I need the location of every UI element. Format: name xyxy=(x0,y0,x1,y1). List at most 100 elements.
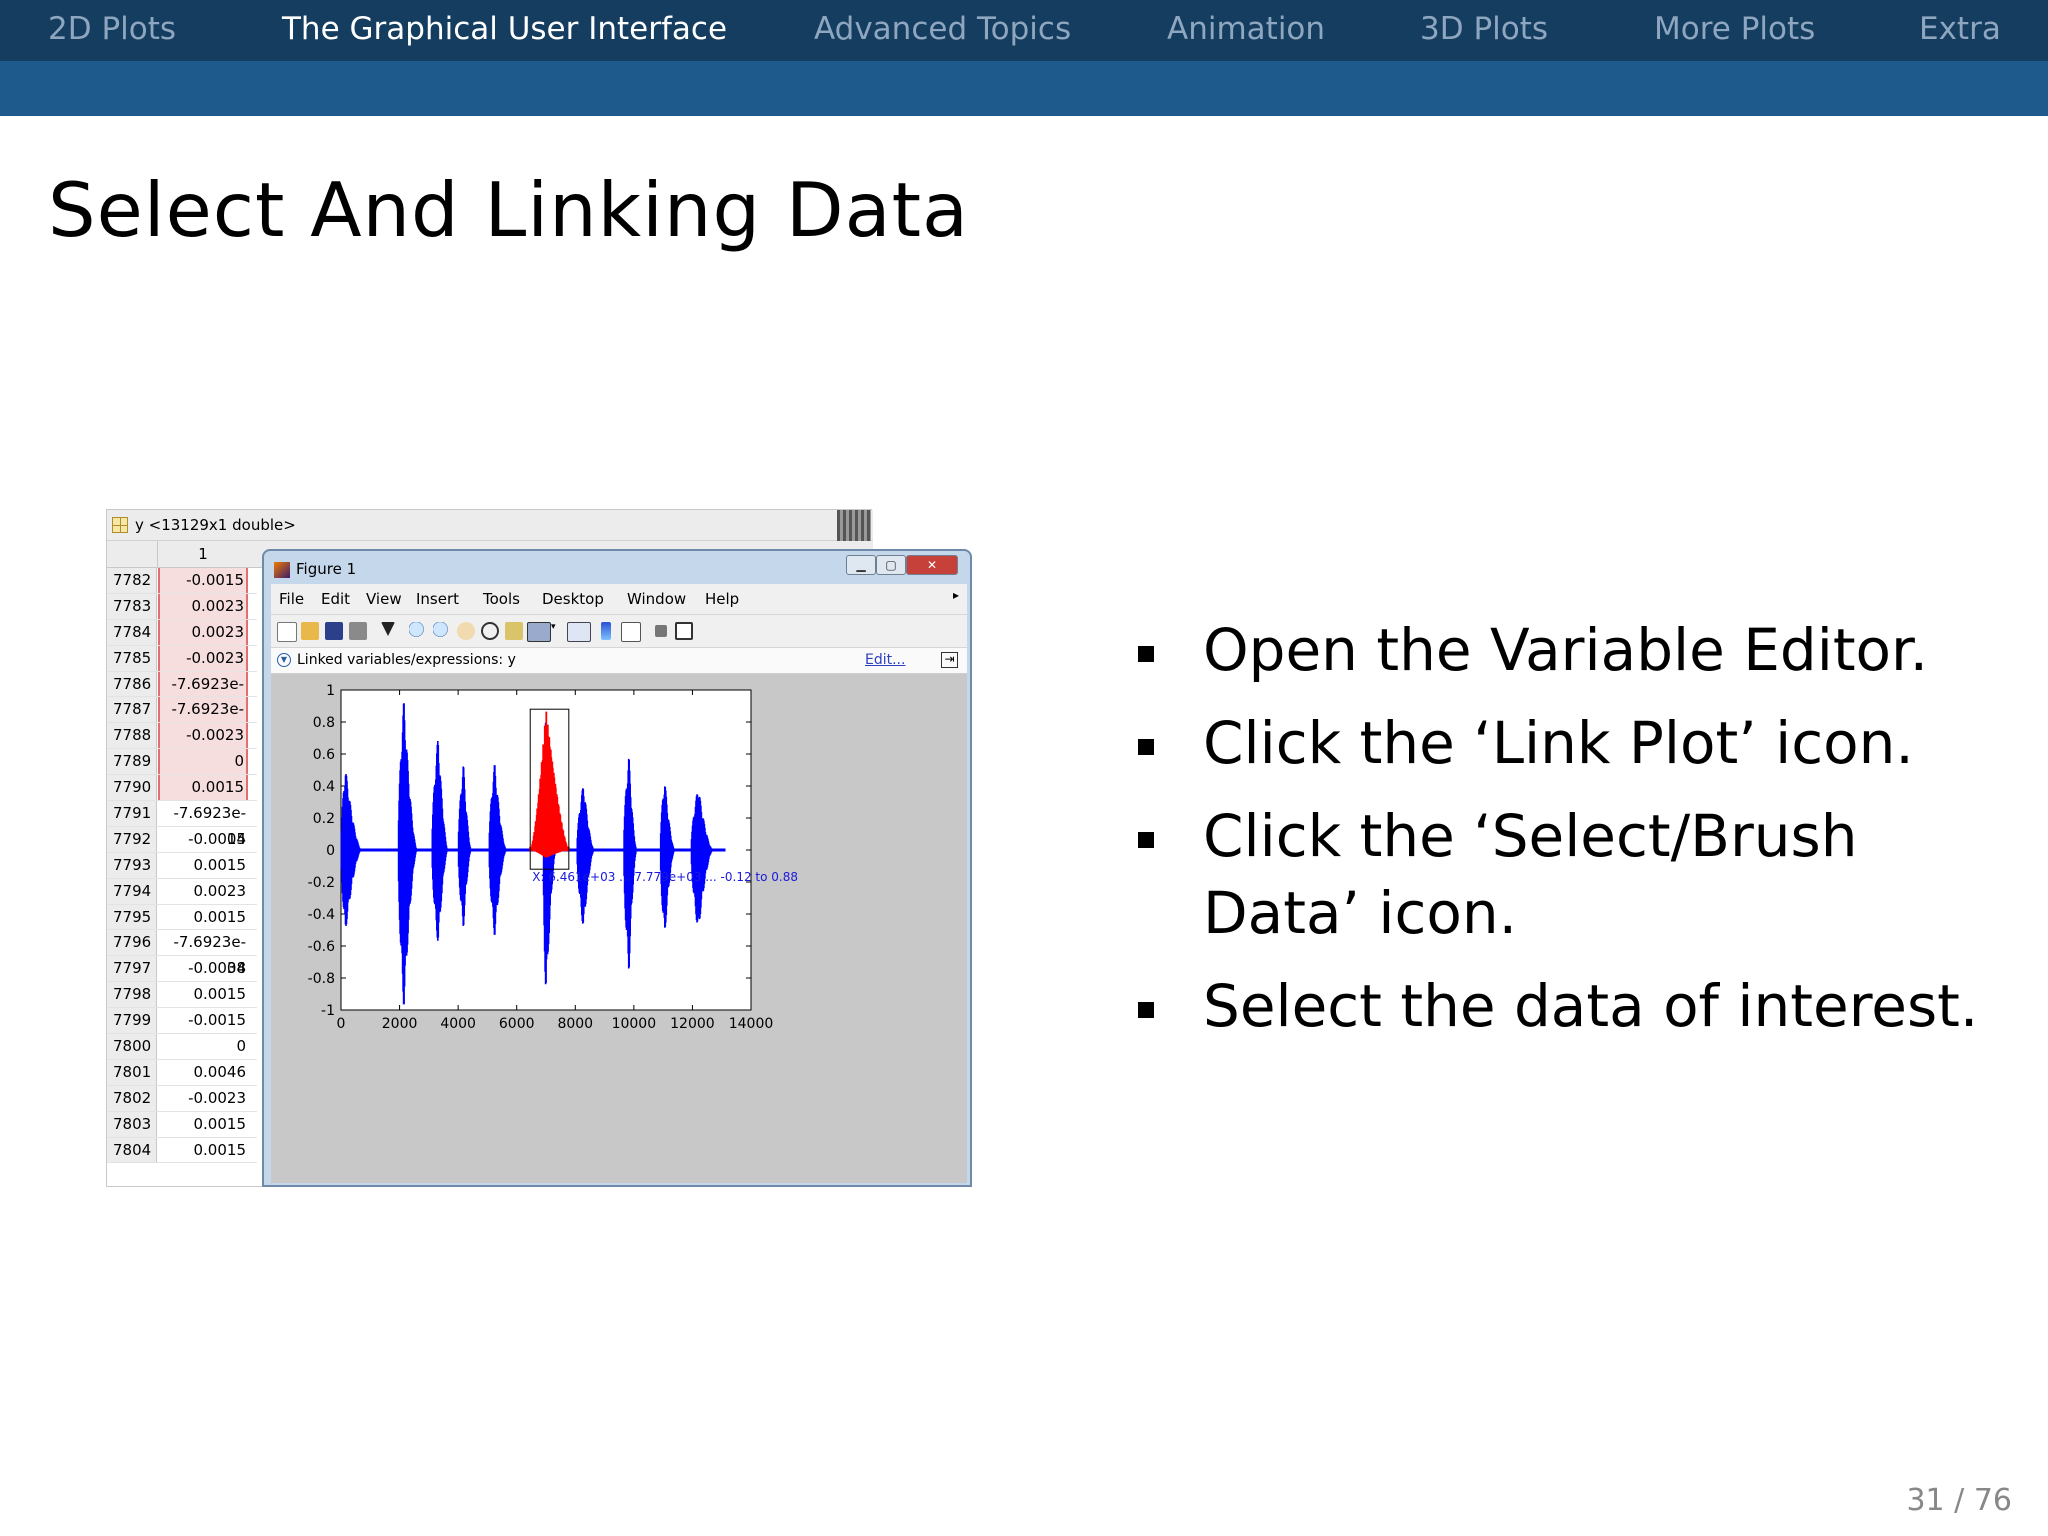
menu-edit[interactable]: Edit xyxy=(321,590,350,608)
table-row[interactable]: 7800 0 xyxy=(107,1034,257,1060)
rotate-3d-icon[interactable] xyxy=(481,622,499,640)
nav-tab-3d-plots[interactable]: 3D Plots xyxy=(1420,0,1548,61)
bullet-text: Click the ‘Link Plot’ icon. xyxy=(1203,709,1914,777)
menu-overflow-icon[interactable]: ▸ xyxy=(953,588,959,602)
cell-value[interactable]: 0.0015 xyxy=(158,982,248,1007)
table-row[interactable]: 7790 0.0015 xyxy=(107,775,257,802)
row-number: 7782 xyxy=(107,568,157,593)
cell-value[interactable]: -0.0023 xyxy=(158,1086,248,1111)
show-plot-tools-icon[interactable] xyxy=(675,622,693,640)
zoom-in-icon[interactable] xyxy=(409,622,427,640)
nav-tab-more-plots[interactable]: More Plots xyxy=(1654,0,1815,61)
hide-plot-tools-icon[interactable] xyxy=(655,625,667,637)
table-row[interactable]: 7795 0.0015 xyxy=(107,904,257,931)
table-row[interactable]: 7793 0.0015 xyxy=(107,852,257,879)
menu-desktop[interactable]: Desktop xyxy=(542,590,604,608)
brush-dropdown-icon[interactable]: ▾ xyxy=(551,622,557,640)
table-row[interactable]: 7799 -0.0015 xyxy=(107,1008,257,1035)
table-row[interactable]: 7787-7.6923e-04 xyxy=(107,697,257,744)
save-icon[interactable] xyxy=(325,622,343,640)
table-row[interactable]: 7791 -7.6923e-04 xyxy=(107,801,257,848)
cell-value[interactable]: -0.0015 xyxy=(158,1008,248,1033)
table-row[interactable]: 7783 0.0023 xyxy=(107,593,257,620)
y-tick-label: 0.2 xyxy=(313,811,335,827)
bullet-square-icon xyxy=(1138,832,1154,848)
cell-value[interactable]: 0.0023 xyxy=(158,619,248,645)
table-row[interactable]: 7801 0.0046 xyxy=(107,1059,257,1086)
table-row[interactable]: 7792 -0.0015 xyxy=(107,826,257,853)
table-row[interactable]: 7782 -0.0015 xyxy=(107,568,257,594)
table-row[interactable]: 7794 0.0023 xyxy=(107,878,257,905)
table-row[interactable]: 7796 -7.6923e-04 xyxy=(107,930,257,977)
menu-view[interactable]: View xyxy=(366,590,402,608)
unlink-exit-icon[interactable]: ⇥ xyxy=(941,652,958,668)
cell-value[interactable]: 0.0015 xyxy=(158,853,248,878)
cell-value[interactable]: 0 xyxy=(158,749,248,775)
zoom-out-icon[interactable] xyxy=(433,622,451,640)
row-number: 7798 xyxy=(107,982,157,1008)
bullet-item: Click the ‘Link Plot’ icon. xyxy=(1138,705,2018,782)
cell-value[interactable]: -0.0038 xyxy=(158,956,248,981)
table-row[interactable]: 7798 0.0015 xyxy=(107,982,257,1009)
cell-value[interactable]: 0.0015 xyxy=(158,1112,248,1137)
cell-value[interactable]: 0.0015 xyxy=(158,775,248,801)
table-row[interactable]: 7789 0 xyxy=(107,749,257,776)
bullet-text: Select the data of interest. xyxy=(1203,972,1979,1040)
menu-help[interactable]: Help xyxy=(705,590,739,608)
cell-value[interactable]: -0.0015 xyxy=(158,827,248,852)
data-cursor-icon[interactable] xyxy=(505,622,523,640)
colorbar-icon[interactable] xyxy=(601,622,611,640)
table-row[interactable]: 7797 -0.0038 xyxy=(107,956,257,983)
y-tick-label: 0.4 xyxy=(313,779,335,795)
cell-value[interactable]: -7.6923e-04 xyxy=(158,671,248,718)
row-number: 7795 xyxy=(107,904,157,930)
row-number: 7785 xyxy=(107,645,157,671)
table-row[interactable]: 7784 0.0023 xyxy=(107,619,257,646)
table-row[interactable]: 7786-7.6923e-04 xyxy=(107,671,257,718)
menu-window[interactable]: Window xyxy=(627,590,686,608)
bullet-list: Open the Variable Editor. Click the ‘Lin… xyxy=(1138,612,2018,1061)
brush-data-icon[interactable] xyxy=(527,622,551,642)
menu-insert[interactable]: Insert xyxy=(416,590,459,608)
cell-value[interactable]: 0.0023 xyxy=(158,593,248,619)
print-icon[interactable] xyxy=(349,622,367,640)
legend-icon[interactable] xyxy=(621,622,641,642)
cell-value[interactable]: 0.0015 xyxy=(158,1138,248,1163)
open-file-icon[interactable] xyxy=(301,622,319,640)
cell-value[interactable]: -0.0023 xyxy=(158,645,248,671)
cell-value[interactable]: -7.6923e-04 xyxy=(158,930,248,977)
row-number: 7784 xyxy=(107,619,157,645)
signal-plot[interactable]: 0 2000 4000 6000 8000 10000 12000 14000 1 0.8 0.6 0… xyxy=(271,674,967,1183)
menu-file[interactable]: File xyxy=(279,590,304,608)
new-figure-icon[interactable] xyxy=(277,622,297,642)
pan-hand-icon[interactable] xyxy=(457,622,475,640)
nav-tab-animation[interactable]: Animation xyxy=(1167,0,1325,61)
nav-tab-advanced-topics[interactable]: Advanced Topics xyxy=(814,0,1071,61)
chevron-down-icon[interactable]: ▼ xyxy=(277,653,291,667)
table-row[interactable]: 7788 -0.0023 xyxy=(107,723,257,750)
maximize-button[interactable]: ▢ xyxy=(876,555,906,575)
cell-value[interactable]: 0 xyxy=(158,1034,248,1059)
table-row[interactable]: 7803 0.0015 xyxy=(107,1111,257,1138)
table-row[interactable]: 7804 0.0015 xyxy=(107,1137,257,1164)
nav-bar: 2D Plots The Graphical User Interface Ad… xyxy=(0,0,2048,61)
cell-value[interactable]: 0.0046 xyxy=(158,1060,248,1085)
nav-tab-gui[interactable]: The Graphical User Interface xyxy=(282,0,727,61)
nav-tab-extra[interactable]: Extra xyxy=(1919,0,2001,61)
cell-value[interactable]: 0.0023 xyxy=(158,879,248,904)
menu-tools[interactable]: Tools xyxy=(483,590,520,608)
cell-value[interactable]: 0.0015 xyxy=(158,905,248,930)
table-row[interactable]: 7802 -0.0023 xyxy=(107,1085,257,1112)
nav-tab-2d-plots[interactable]: 2D Plots xyxy=(48,0,176,61)
edit-link[interactable]: Edit... xyxy=(865,648,905,673)
column-header-1[interactable]: 1 xyxy=(158,541,248,567)
table-row[interactable]: 7785 -0.0023 xyxy=(107,645,257,672)
cell-value[interactable]: -7.6923e-04 xyxy=(158,801,248,848)
close-button[interactable]: ✕ xyxy=(906,555,958,575)
pointer-icon[interactable] xyxy=(381,622,395,636)
cell-value[interactable]: -0.0015 xyxy=(158,568,248,593)
cell-value[interactable]: -0.0023 xyxy=(158,723,248,749)
cell-value[interactable]: -7.6923e-04 xyxy=(158,697,248,744)
minimize-button[interactable]: ▁ xyxy=(846,555,876,575)
link-plot-icon[interactable] xyxy=(567,622,591,642)
